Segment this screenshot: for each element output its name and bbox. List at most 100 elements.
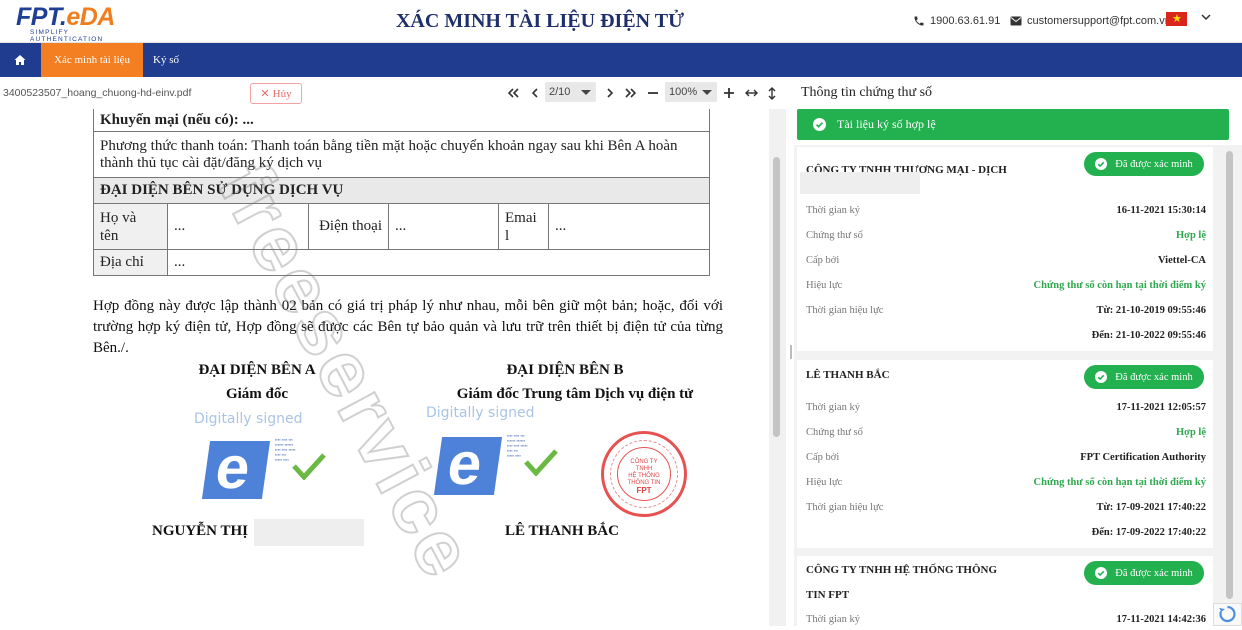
validity-period-row: Thời gian hiệu lực Từ: 21-10-2019 09:55:4… (806, 305, 1206, 316)
fullname-label: Họ và tên (93, 203, 168, 250)
check-circle-icon (1095, 371, 1108, 383)
cancel-button[interactable]: ✕ Hủy (250, 83, 302, 104)
signature-list[interactable]: CÔNG TY TNHH THƯƠNG MẠI - DỊCH Đã được x… (794, 145, 1220, 626)
recaptcha-icon (1219, 605, 1236, 623)
double-chevron-right-icon (625, 88, 637, 98)
company-seal: CÔNG TY TNHH HỆ THỐNG THÔNG TIN FPT (601, 431, 687, 517)
vietnam-flag-icon[interactable]: ★ (1166, 12, 1187, 26)
signature-card[interactable]: LÊ THANH BẮC Đã được xác minh Thời gian … (797, 360, 1213, 548)
zoom-select[interactable]: 100% (665, 82, 717, 102)
email-value: ... (548, 203, 710, 250)
viewer-scroll-thumb[interactable] (773, 157, 780, 437)
prev-page-button[interactable] (527, 85, 543, 101)
zoom-level: 100% (669, 86, 698, 98)
phone-value: ... (388, 203, 499, 250)
pdf-toolbar: 3400523507_hoang_chuong-hd-einv.pdf ✕ Hủy… (0, 77, 788, 109)
check-circle-icon (813, 118, 826, 131)
plus-icon (724, 88, 734, 98)
home-icon (14, 55, 26, 65)
chevron-down-icon[interactable] (1201, 12, 1211, 22)
support-phone[interactable]: 1900.63.61.91 (913, 15, 1000, 27)
check-circle-icon (1095, 567, 1108, 579)
signer-b-name: LÊ THANH BẮC (505, 523, 619, 539)
cancel-label: Hủy (272, 87, 292, 100)
validity-period-row: Thời gian hiệu lực Từ: 17-09-2021 17:40:2… (806, 502, 1206, 513)
valid-banner-text: Tài liệu ký số hợp lệ (837, 117, 936, 131)
certificate-panel: Thông tin chứng thư số Tài liệu ký số hợ… (794, 77, 1242, 626)
vertical-arrows-icon (768, 86, 776, 100)
page-select[interactable]: 2/10 (545, 82, 596, 102)
signer-company: CÔNG TY TNHH HỆ THỐNG THÔNG TIN FPT (806, 564, 998, 601)
signer-name: LÊ THANH BẮC (806, 369, 890, 381)
email-label: Emai l (498, 203, 549, 250)
validity-end-row: Đến: 21-10-2022 09:55:46 (1091, 330, 1206, 341)
next-page-button[interactable] (602, 85, 618, 101)
redacted-text (800, 172, 920, 194)
fit-width-button[interactable] (743, 85, 759, 101)
digitally-signed-b: Digitally signed (426, 405, 535, 421)
party-b-role: Giám đốc Trung tâm Dịch vụ điện tử (456, 386, 694, 402)
representative-header: ĐẠI DIỆN BÊN SỬ DỤNG DỊCH VỤ (93, 177, 710, 204)
valid-document-banner: Tài liệu ký số hợp lệ (797, 109, 1229, 140)
signature-details-b: ▪▪▪▪ ▪▪▪▪ ▪▪▪ ▪▪▪▪▪▪ ▪▪▪▪▪▪ ▪▪▪▪ ▪▪▪▪ ▪▪▪▪… (507, 433, 528, 458)
tab-digital-sign[interactable]: Ký số (140, 43, 192, 77)
home-button[interactable] (0, 43, 40, 77)
contract-table: Khuyến mại (nếu có): ... Phương thức tha… (93, 109, 710, 276)
chevron-right-icon (607, 88, 614, 98)
party-b-title: ĐẠI DIỆN BÊN B (506, 362, 624, 378)
promo-cell: Khuyến mại (nếu có): ... (93, 109, 710, 132)
logo-text-fpt: FPT. (16, 3, 67, 31)
tab-verify-document[interactable]: Xác minh tài liệu (41, 43, 144, 77)
pdf-viewer[interactable]: Khuyến mại (nếu có): ... Phương thức tha… (0, 109, 769, 626)
cert-row: Chứng thư số Hợp lệ (806, 230, 1206, 241)
panel-scrollbar[interactable] (1220, 145, 1242, 626)
page-indicator: 2/10 (549, 86, 571, 98)
validity-row: Hiệu lực Chứng thư số còn hạn tại thời đi… (806, 477, 1206, 488)
redacted-name (254, 519, 364, 546)
viewer-scrollbar[interactable] (769, 109, 786, 626)
top-bar: FPT.eDA SIMPLIFY AUTHENTICATION XÁC MINH… (0, 0, 1242, 43)
address-label: Địa chỉ (93, 249, 168, 276)
validity-end-row: Đến: 17-09-2022 17:40:22 (1091, 527, 1206, 538)
validity-row: Hiệu lực Chứng thư số còn hạn tại thời đi… (806, 280, 1206, 291)
cert-row: Chứng thư số Hợp lệ (806, 427, 1206, 438)
phone-icon (914, 16, 924, 26)
contract-paragraph: Hợp đồng này được lập thành 02 bản có gi… (93, 298, 723, 356)
mail-icon (1010, 16, 1022, 26)
support-email[interactable]: customersupport@fpt.com.vn (1010, 15, 1171, 27)
issuer-row: Cấp bởi FPT Certification Authority (806, 452, 1206, 463)
payment-cell: Phương thức thanh toán: Thanh toán bằng … (93, 131, 710, 178)
signature-details-a: ▪▪▪▪ ▪▪▪▪ ▪▪▪ ▪▪▪▪▪▪ ▪▪▪▪▪▪ ▪▪▪▪ ▪▪▪▪ ▪▪▪▪… (275, 437, 296, 462)
verified-badge: Đã được xác minh (1084, 561, 1204, 585)
recaptcha-badge[interactable] (1213, 603, 1242, 626)
chevron-left-icon (531, 88, 538, 98)
first-page-button[interactable] (505, 85, 521, 101)
issuer-row: Cấp bởi Viettel-CA (806, 255, 1206, 266)
sign-time-row: Thời gian ký 17-11-2021 12:05:57 (806, 402, 1206, 413)
zoom-in-button[interactable] (721, 85, 737, 101)
verified-badge: Đã được xác minh (1084, 365, 1204, 389)
check-circle-icon (1095, 158, 1108, 170)
fpt-eda-logo[interactable]: FPT.eDA SIMPLIFY AUTHENTICATION (16, 3, 136, 44)
signature-card[interactable]: CÔNG TY TNHH HỆ THỐNG THÔNG TIN FPT Đã đư… (797, 556, 1213, 626)
close-icon: ✕ (260, 88, 270, 100)
last-page-button[interactable] (623, 85, 639, 101)
signature-card[interactable]: CÔNG TY TNHH THƯƠNG MẠI - DỊCH Đã được x… (797, 147, 1213, 351)
sign-time-row: Thời gian ký 16-11-2021 15:30:14 (806, 205, 1206, 216)
signature-logo-a-icon: e (201, 434, 271, 501)
verified-badge: Đã được xác minh (1084, 152, 1204, 176)
file-name: 3400523507_hoang_chuong-hd-einv.pdf (3, 87, 192, 99)
panel-title: Thông tin chứng thư số (801, 85, 933, 100)
minus-icon (648, 92, 658, 94)
phone-number: 1900.63.61.91 (930, 15, 1001, 27)
page-title: XÁC MINH TÀI LIỆU ĐIỆN TỬ (395, 10, 684, 32)
main-navbar: Xác minh tài liệu Ký số (0, 43, 1242, 77)
fit-height-button[interactable] (764, 85, 780, 101)
logo-subtitle: SIMPLIFY AUTHENTICATION (30, 29, 104, 43)
logo-text-eda: eDA (66, 3, 115, 31)
panel-scroll-thumb[interactable] (1226, 151, 1233, 599)
email-address: customersupport@fpt.com.vn (1027, 15, 1171, 27)
signer-a-name: NGUYỄN THỊ (152, 523, 248, 539)
double-chevron-left-icon (507, 88, 519, 98)
zoom-out-button[interactable] (645, 85, 661, 101)
